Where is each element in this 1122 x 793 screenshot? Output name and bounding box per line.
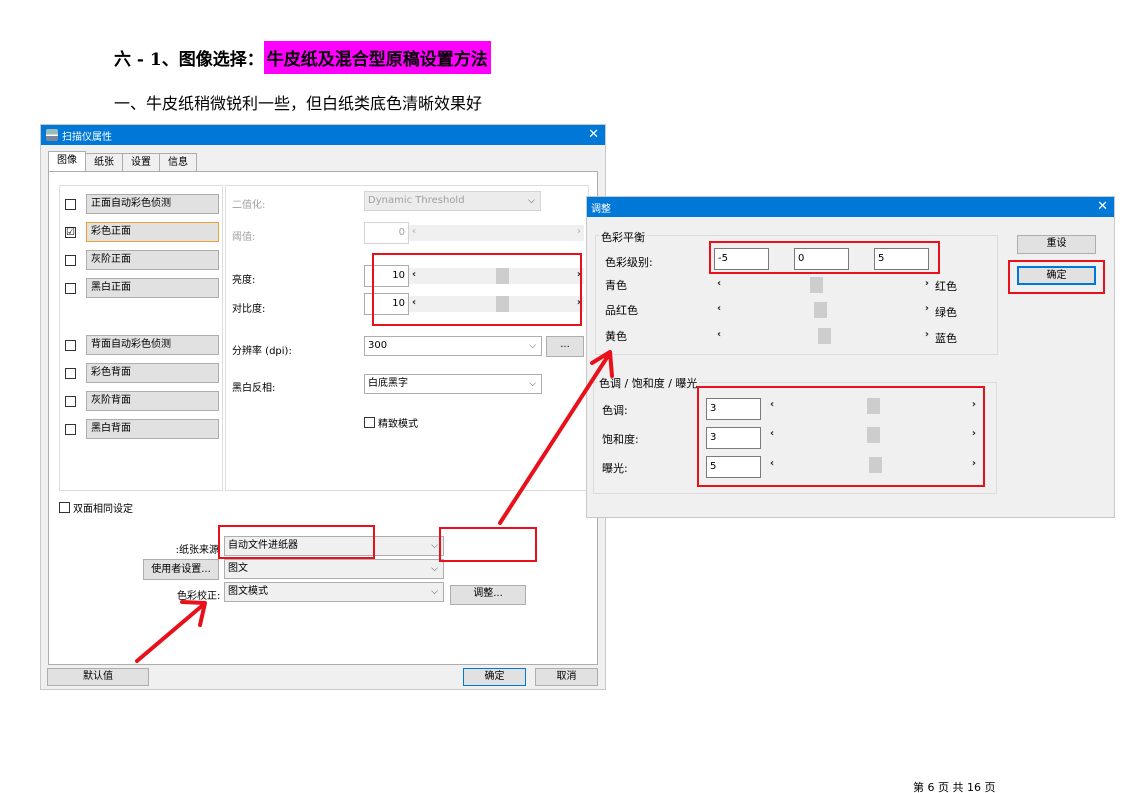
- red-arrow-to-adjust-dialog: [498, 354, 610, 525]
- tab-image[interactable]: 图像: [48, 151, 86, 171]
- annotation-arrows: [135, 350, 614, 663]
- red-arrow-to-color-correction: [135, 603, 205, 663]
- page-footer: 第 6 页 共 16 页: [913, 781, 996, 793]
